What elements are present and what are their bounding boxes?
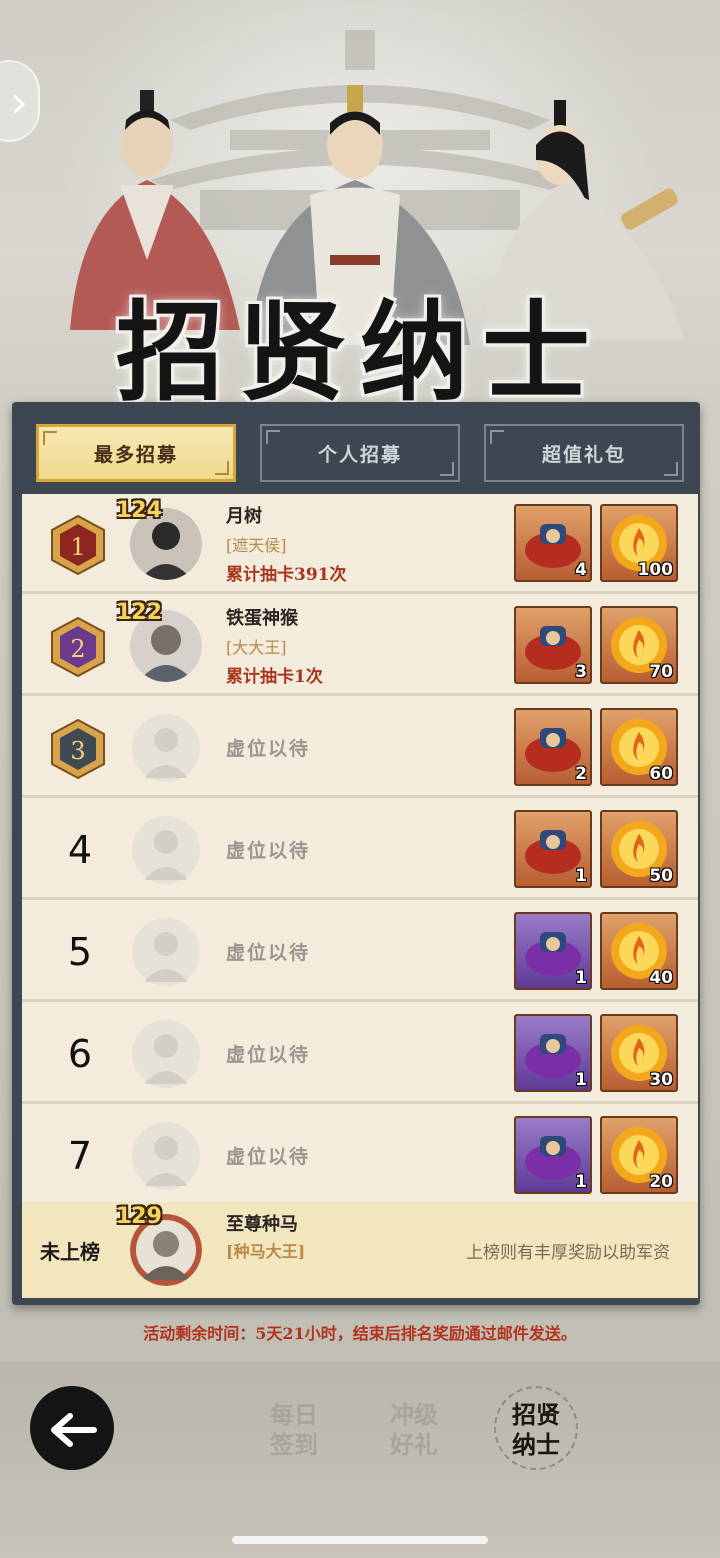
rank-number: 7 (67, 1134, 93, 1178)
ranking-row[interactable]: 1 124 月树 [遮天侯] 累计抽卡391次 4 100 (22, 494, 698, 594)
reward-chest[interactable]: 3 (514, 606, 592, 684)
rank-number: 4 (67, 828, 93, 872)
vacant-label: 虚位以待 (226, 1044, 311, 1066)
my-level: 129 (116, 1204, 162, 1229)
nav-label-line2: 好礼 (390, 1430, 438, 1459)
svg-text:1: 1 (70, 533, 85, 561)
svg-text:2: 2 (70, 635, 85, 663)
silhouette-icon (132, 714, 200, 782)
my-rank-row: 未上榜 129 至尊种马 [种马大王] 上榜则有丰厚奖励以助军资 (22, 1202, 698, 1298)
my-title: [种马大王] (226, 1242, 306, 1261)
rank-badge-bronze-icon: 3 (51, 718, 105, 780)
vacant-label: 虚位以待 (226, 738, 311, 760)
tab-value-pack[interactable]: 超值礼包 (484, 424, 684, 482)
svg-text:3: 3 (70, 737, 85, 765)
reward-orb[interactable]: 70 (600, 606, 678, 684)
reward-orb[interactable]: 50 (600, 810, 678, 888)
my-rank-status: 未上榜 (40, 1240, 100, 1264)
reward-quantity: 1 (575, 1070, 587, 1090)
tab-most-recruit[interactable]: 最多招募 (36, 424, 236, 482)
home-indicator[interactable] (232, 1536, 488, 1544)
silhouette-icon (132, 1122, 200, 1190)
player-title: [大大王] (226, 638, 287, 657)
ranking-list: 1 124 月树 [遮天侯] 累计抽卡391次 4 100 2 122 铁蛋神猴… (22, 494, 698, 1298)
player-level: 122 (116, 600, 162, 625)
silhouette-icon (132, 1020, 200, 1088)
bottom-nav: 每日 签到 冲级 好礼 招贤 纳士 (0, 1362, 720, 1558)
tab-personal-recruit[interactable]: 个人招募 (260, 424, 460, 482)
tab-bar: 最多招募 个人招募 超值礼包 (36, 424, 696, 488)
reward-chest[interactable]: 1 (514, 1116, 592, 1194)
reward-orb[interactable]: 40 (600, 912, 678, 990)
reward-chest[interactable]: 4 (514, 504, 592, 582)
reward-quantity: 30 (649, 1070, 673, 1090)
empty-avatar (130, 814, 202, 886)
reward-quantity: 60 (649, 764, 673, 784)
reward-chest[interactable]: 2 (514, 708, 592, 786)
empty-avatar (130, 1018, 202, 1090)
vacant-label: 虚位以待 (226, 942, 311, 964)
ranking-row[interactable]: 2 122 铁蛋神猴 [大大王] 累计抽卡1次 3 70 (22, 596, 698, 696)
ranking-row[interactable]: 3 虚位以待 2 60 (22, 698, 698, 798)
back-arrow-icon[interactable] (28, 1384, 116, 1472)
reward-quantity: 2 (575, 764, 587, 784)
reward-orb[interactable]: 20 (600, 1116, 678, 1194)
reward-quantity: 20 (649, 1172, 673, 1192)
reward-orb[interactable]: 30 (600, 1014, 678, 1092)
player-title: [遮天侯] (226, 536, 287, 555)
player-name: 铁蛋神猴 (226, 608, 298, 629)
reward-quantity: 100 (637, 560, 674, 580)
nav-label-line2: 纳士 (512, 1430, 560, 1459)
reward-quantity: 1 (575, 866, 587, 886)
nav-label-line2: 签到 (270, 1430, 318, 1459)
nav-level-gift[interactable]: 冲级 好礼 (374, 1400, 454, 1460)
reward-quantity: 50 (649, 866, 673, 886)
empty-avatar (130, 916, 202, 988)
draw-count: 累计抽卡391次 (226, 565, 347, 585)
nav-label-line1: 冲级 (390, 1400, 438, 1429)
reward-chest[interactable]: 1 (514, 810, 592, 888)
reward-quantity: 70 (649, 662, 673, 682)
draw-count: 累计抽卡1次 (226, 667, 323, 687)
empty-avatar (130, 1120, 202, 1192)
player-name: 月树 (226, 506, 262, 527)
reward-quantity: 40 (649, 968, 673, 988)
reward-quantity: 1 (575, 968, 587, 988)
reward-chest[interactable]: 1 (514, 912, 592, 990)
rank-badge-silver-icon: 2 (51, 616, 105, 678)
reward-quantity: 3 (575, 662, 587, 682)
rank-hint: 上榜则有丰厚奖励以助军资 (466, 1243, 670, 1263)
ranking-panel: 最多招募 个人招募 超值礼包 1 124 月树 [遮天侯] 累计抽卡391次 4… (12, 402, 700, 1305)
rank-number: 6 (67, 1032, 93, 1076)
reward-orb[interactable]: 60 (600, 708, 678, 786)
event-title: 招贤纳士 (115, 290, 604, 416)
nav-recruit-talent[interactable]: 招贤 纳士 (496, 1400, 576, 1460)
player-level: 124 (116, 498, 162, 523)
event-remaining-time: 活动剩余时间：5天21小时，结束后排名奖励通过邮件发送。 (143, 1324, 577, 1343)
ranking-row[interactable]: 7 虚位以待 1 20 (22, 1106, 698, 1206)
nav-daily-checkin[interactable]: 每日 签到 (254, 1400, 334, 1460)
reward-chest[interactable]: 1 (514, 1014, 592, 1092)
ranking-row[interactable]: 4 虚位以待 1 50 (22, 800, 698, 900)
nav-label-line1: 每日 (270, 1400, 318, 1429)
vacant-label: 虚位以待 (226, 840, 311, 862)
empty-avatar (130, 712, 202, 784)
nav-label-line1: 招贤 (512, 1400, 560, 1429)
reward-quantity: 1 (575, 1172, 587, 1192)
vacant-label: 虚位以待 (226, 1146, 311, 1168)
reward-orb[interactable]: 100 (600, 504, 678, 582)
silhouette-icon (132, 918, 200, 986)
chevron-right-icon: › (10, 77, 28, 128)
rank-number: 5 (67, 930, 93, 974)
rank-badge-gold-icon: 1 (51, 514, 105, 576)
ranking-row[interactable]: 5 虚位以待 1 40 (22, 902, 698, 1002)
silhouette-icon (132, 816, 200, 884)
my-name: 至尊种马 (226, 1214, 298, 1235)
hero-banner: 招贤纳士 (0, 0, 720, 420)
reward-quantity: 4 (575, 560, 587, 580)
ranking-row[interactable]: 6 虚位以待 1 30 (22, 1004, 698, 1104)
